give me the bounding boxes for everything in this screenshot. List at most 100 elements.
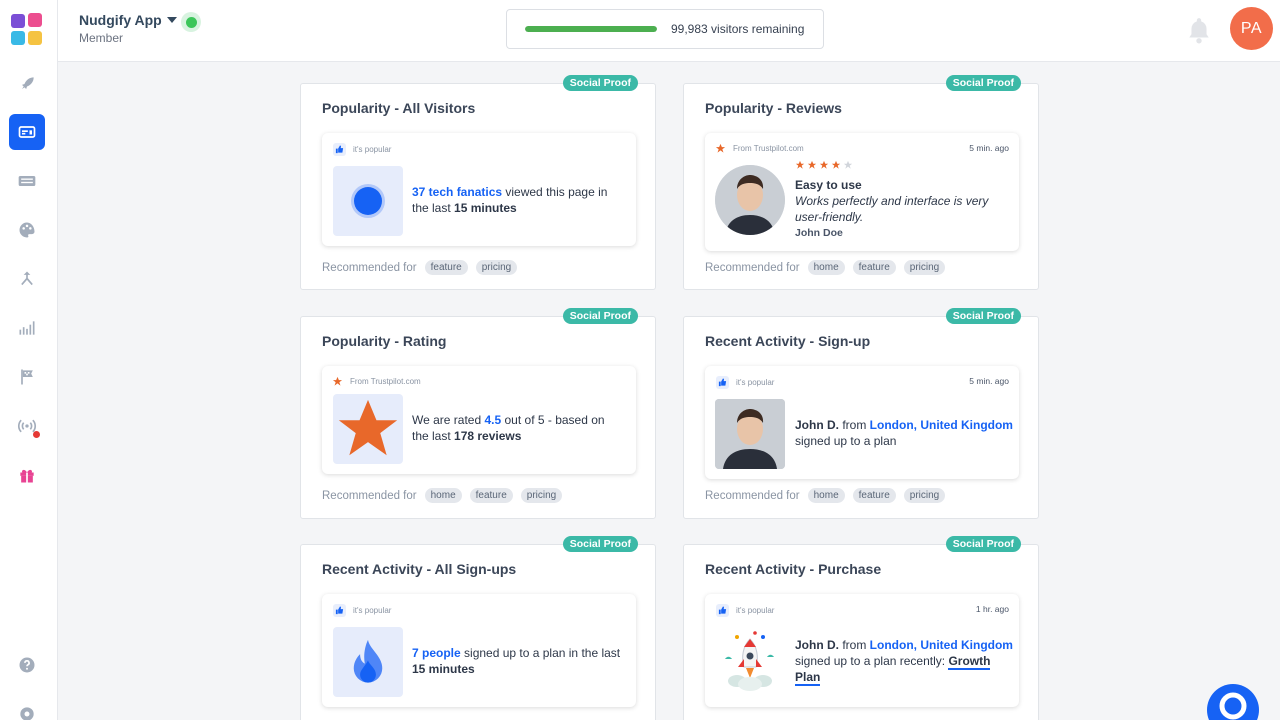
rocket-launch-icon [725,631,774,691]
rating-star-media [333,394,403,464]
tag-feature: feature [852,488,896,503]
notification-head: it's popular [736,606,775,615]
star-icon [715,143,726,153]
social-proof-badge: Social Proof [945,536,1021,552]
notification-body: John D. from London, United Kingdom sign… [795,418,1013,448]
social-proof-badge: Social Proof [945,75,1021,91]
tag-home: home [807,488,845,503]
card-title: Recent Activity - Purchase [705,561,882,577]
bell-icon[interactable] [1186,16,1212,44]
visitors-progress-fill [525,26,657,32]
star-icon [332,376,343,386]
thumbs-up-icon [716,604,729,617]
reviewer-photo [715,165,785,235]
notification-source: From Trustpilot.com [350,377,421,386]
live-dot-media [333,166,403,236]
recommended-for: Recommended for home feature pricing [705,488,946,503]
visitors-remaining: 99,983 visitors remaining [506,9,824,49]
notification-card-icon[interactable] [9,114,45,150]
reviewer-name: John Doe [795,227,843,239]
rating-stars [795,160,853,170]
social-proof-badge: Social Proof [945,308,1021,324]
card-recent-activity-all-signups[interactable]: Social Proof Recent Activity - All Sign-… [300,536,656,720]
tag-home: home [807,260,845,275]
star-empty-icon [843,160,853,169]
notification-preview: it's popular 5 min. ago John D. from Lon… [705,366,1019,479]
star-filled-icon [819,160,829,169]
recommended-for: Recommended for home feature pricing [322,488,563,503]
alert-dot [33,431,40,438]
notification-body: 37 tech fanatics viewed this page in the… [412,185,608,215]
app-name: Nudgify App [79,12,162,28]
visitors-progress-bar [525,26,657,32]
merge-icon[interactable] [9,261,45,297]
flame-media [333,627,403,697]
tag-pricing: pricing [903,488,946,503]
live-dot-icon [351,184,385,218]
app-switcher[interactable]: Nudgify App [79,12,177,28]
notification-preview: From Trustpilot.com We are rated 4.5 out… [322,366,636,474]
user-photo-image [715,399,785,469]
chat-launcher-button[interactable] [1207,684,1259,720]
card-title: Popularity - Rating [322,333,447,349]
card-recent-activity-purchase[interactable]: Social Proof Recent Activity - Purchase … [683,536,1039,720]
visitors-text: 99,983 visitors remaining [671,22,805,36]
status-online-icon [181,12,201,32]
notification-time: 5 min. ago [969,376,1009,386]
thumbs-up-icon [716,376,729,389]
broadcast-icon[interactable] [9,408,45,444]
tag-feature: feature [469,488,513,503]
gift-icon[interactable] [9,457,45,493]
flag-icon[interactable] [9,359,45,395]
notification-body: John D. from London, United Kingdom sign… [795,638,1013,686]
card-recent-activity-signup[interactable]: Social Proof Recent Activity - Sign-up i… [683,308,1039,519]
palette-icon[interactable] [9,212,45,248]
notification-preview: From Trustpilot.com 5 min. ago Easy to u… [705,133,1019,251]
card-popularity-reviews[interactable]: Social Proof Popularity - Reviews From T… [683,75,1039,290]
recommended-for: Recommended for feature pricing [322,260,518,275]
notification-source: From Trustpilot.com [733,144,804,153]
card-title: Recent Activity - Sign-up [705,333,871,349]
analytics-icon[interactable] [9,310,45,346]
notification-time: 1 hr. ago [975,604,1009,614]
notification-head: it's popular [353,606,392,615]
caret-down-icon [166,17,177,23]
tag-pricing: pricing [520,488,563,503]
user-avatar[interactable]: PA [1230,7,1273,50]
user-photo [715,399,785,469]
settings-icon[interactable] [9,696,45,720]
card-title: Popularity - All Visitors [322,100,476,116]
notification-preview: it's popular 7 people signed up to a pla… [322,594,636,707]
thumbs-up-icon [333,604,346,617]
chat-icon [1219,692,1247,720]
reviewer-avatar-image [715,165,785,235]
big-star-icon [338,399,398,456]
notification-preview: it's popular 1 hr. ago John D. from Lond… [705,594,1019,707]
tag-pricing: pricing [903,260,946,275]
tag-home: home [424,488,462,503]
star-filled-icon [807,160,817,169]
card-popularity-rating[interactable]: Social Proof Popularity - Rating From Tr… [300,308,656,519]
help-icon[interactable] [9,647,45,683]
social-proof-badge: Social Proof [562,308,638,324]
recommended-for: Recommended for home feature pricing [705,260,946,275]
notification-time: 5 min. ago [969,143,1009,153]
tag-feature: feature [424,260,468,275]
notification-body: We are rated 4.5 out of 5 - based on the… [412,413,605,443]
top-header: Nudgify App Member 99,983 visitors remai… [58,0,1280,62]
nudgify-logo[interactable] [11,13,43,45]
review-content: Easy to use Works perfectly and interfac… [795,177,1005,241]
flame-icon [353,639,383,683]
social-proof-badge: Social Proof [562,75,638,91]
notification-preview: it's popular 37 tech fanatics viewed thi… [322,133,636,246]
list-icon[interactable] [9,163,45,199]
card-popularity-all-visitors[interactable]: Social Proof Popularity - All Visitors i… [300,75,656,290]
notification-head: it's popular [736,378,775,387]
rocket-icon[interactable] [9,66,45,102]
user-role: Member [79,31,124,45]
review-title: Easy to use [795,178,862,192]
star-filled-icon [795,160,805,169]
rocket-media [715,627,785,697]
notification-head: it's popular [353,145,392,154]
card-title: Popularity - Reviews [705,100,842,116]
